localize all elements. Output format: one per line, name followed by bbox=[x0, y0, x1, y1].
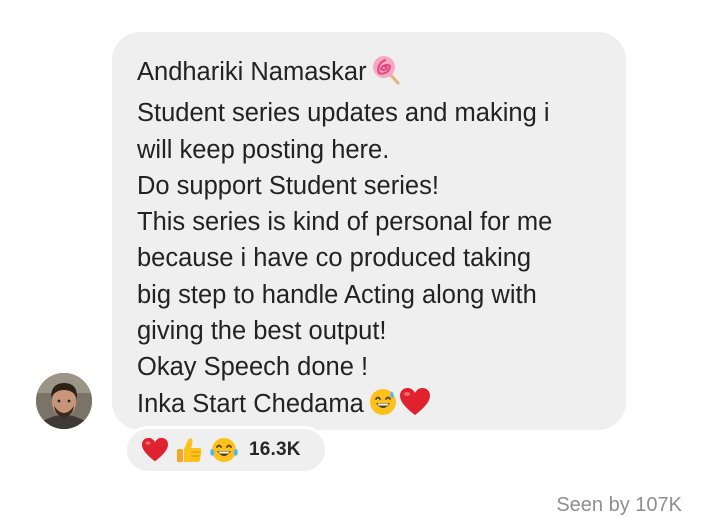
message-bubble[interactable]: Andhariki Namaskar Student series update… bbox=[112, 32, 626, 430]
red-heart-icon bbox=[399, 387, 431, 427]
lollipop-icon bbox=[371, 55, 401, 95]
message-line: will keep posting here. bbox=[137, 135, 390, 164]
message-line: Do support Student series! bbox=[137, 171, 439, 200]
thumbs-up-icon bbox=[175, 436, 203, 464]
reactions-summary[interactable]: 16.3K bbox=[124, 426, 328, 474]
message-line: because i have co produced taking bbox=[137, 244, 532, 273]
sweat-smile-icon bbox=[368, 387, 398, 427]
message-line: This series is kind of personal for me bbox=[137, 208, 553, 237]
message-line: Andhariki Namaskar bbox=[137, 54, 602, 95]
red-heart-icon bbox=[141, 437, 169, 463]
message-line-text: Inka Start Chedama bbox=[137, 389, 364, 418]
seen-by-label[interactable]: Seen by 107K bbox=[556, 494, 682, 517]
avatar-photo bbox=[36, 373, 92, 429]
message-line: big step to handle Acting along with bbox=[137, 280, 537, 309]
message-line: giving the best output! bbox=[137, 317, 387, 346]
message-line: Inka Start Chedama bbox=[137, 386, 602, 427]
message-line: Okay Speech done ! bbox=[137, 353, 369, 382]
message-line-text: Andhariki Namaskar bbox=[137, 58, 367, 86]
message-line: Student series updates and making i bbox=[137, 99, 550, 128]
tears-of-joy-icon bbox=[209, 436, 239, 464]
sender-avatar[interactable] bbox=[36, 373, 92, 429]
reaction-count: 16.3K bbox=[249, 439, 301, 460]
